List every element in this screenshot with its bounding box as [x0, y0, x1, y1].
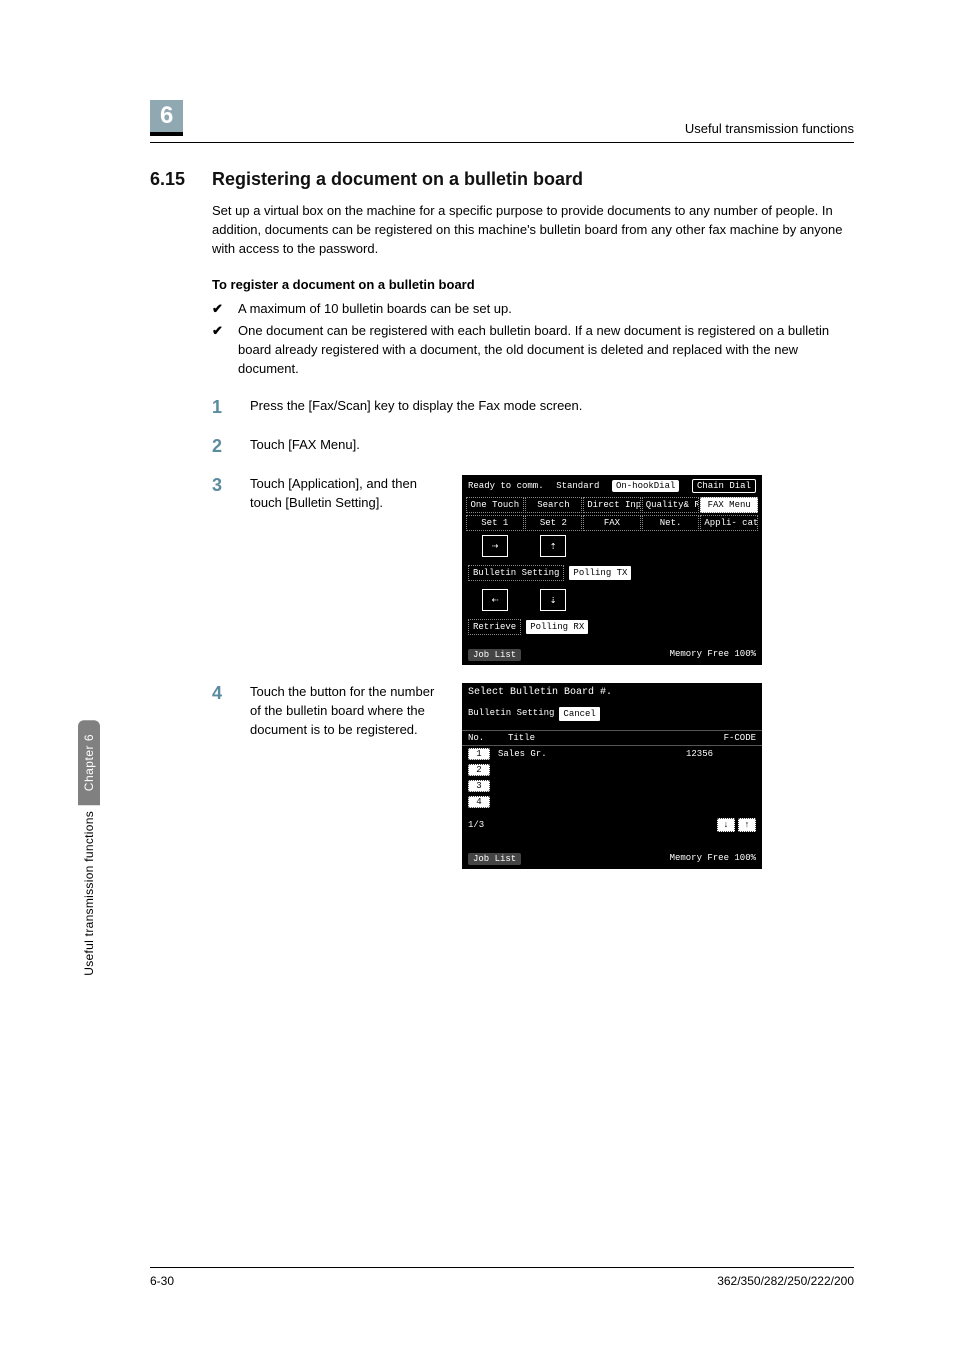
page-footer: 6-30 362/350/282/250/222/200	[150, 1267, 854, 1288]
check-icon: ✔	[212, 300, 228, 319]
retrieve-button[interactable]: Retrieve	[468, 619, 521, 635]
tab-fax[interactable]: FAX	[583, 515, 641, 531]
page-up-button[interactable]: ↑	[738, 818, 756, 832]
tab-quality-reduction[interactable]: Quality& Reduction	[642, 497, 700, 513]
chapter-number-box: 6	[150, 100, 183, 136]
bulletin-setting-label: Bulletin Setting	[468, 709, 554, 718]
ready-label: Ready to comm.	[468, 481, 544, 491]
step-number: 3	[212, 475, 228, 496]
row-title: Sales Gr.	[498, 749, 678, 759]
procedure-subheading: To register a document on a bulletin boa…	[212, 277, 854, 292]
chain-dial-button[interactable]: Chain Dial	[692, 479, 756, 493]
row-number-button[interactable]: 1	[468, 748, 490, 760]
tab-search[interactable]: Search	[525, 497, 583, 513]
tab-onetouch[interactable]: One Touch	[466, 497, 524, 513]
step: 4 Touch the button for the number of the…	[212, 683, 854, 869]
step-text: Touch [Application], and then touch [Bul…	[250, 475, 440, 513]
col-fcode: F-CODE	[686, 733, 756, 743]
col-no: No.	[468, 733, 508, 743]
side-tab-chapter: Chapter 6	[78, 720, 100, 805]
tab-set1[interactable]: Set 1	[466, 515, 524, 531]
page: Chapter 6 Useful transmission functions …	[0, 0, 954, 1350]
row-number-button[interactable]: 3	[468, 780, 490, 792]
list-item: ✔ A maximum of 10 bulletin boards can be…	[212, 300, 854, 319]
job-list-button[interactable]: Job List	[468, 649, 521, 661]
side-tab-title: Useful transmission functions	[78, 805, 100, 996]
table-row: 2	[462, 762, 762, 778]
bullet-list: ✔ A maximum of 10 bulletin boards can be…	[212, 300, 854, 379]
retrieve-icon: ⇠	[482, 589, 508, 611]
step: 2 Touch [FAX Menu].	[212, 436, 854, 457]
polling-tx-icon: ⇡	[540, 535, 566, 557]
bullet-text: One document can be registered with each…	[238, 322, 854, 379]
step: 3 Touch [Application], and then touch [B…	[212, 475, 854, 665]
bulletin-setting-button[interactable]: Bulletin Setting	[468, 565, 564, 581]
step-list: 1 Press the [Fax/Scan] key to display th…	[212, 397, 854, 869]
check-icon: ✔	[212, 322, 228, 379]
fax-menu-screenshot: Ready to comm. Standard On-hookDial Chai…	[462, 475, 762, 665]
step-number: 2	[212, 436, 228, 457]
section-number: 6.15	[150, 169, 194, 190]
select-bulletin-screenshot: Select Bulletin Board #. Bulletin Settin…	[462, 683, 762, 869]
step-number: 4	[212, 683, 228, 704]
table-row: 1 Sales Gr. 12356	[462, 746, 762, 762]
bullet-text: A maximum of 10 bulletin boards can be s…	[238, 300, 512, 319]
table-row: 3	[462, 778, 762, 794]
page-down-button[interactable]: ↓	[717, 818, 735, 832]
polling-rx-icon: ⇣	[540, 589, 566, 611]
section-title: Registering a document on a bulletin boa…	[212, 169, 583, 190]
job-list-button[interactable]: Job List	[468, 853, 521, 865]
tab-application[interactable]: Appli- cation	[700, 515, 758, 531]
memory-label: Memory Free 100%	[670, 853, 756, 865]
side-tab: Chapter 6 Useful transmission functions	[76, 720, 102, 1040]
running-header-title: Useful transmission functions	[685, 121, 854, 136]
bulletin-icon: ⇢	[482, 535, 508, 557]
tab-fax-menu[interactable]: FAX Menu	[700, 497, 758, 513]
step-number: 1	[212, 397, 228, 418]
running-header: 6 Useful transmission functions	[150, 100, 854, 143]
sub-tab-row: Set 1 Set 2 FAX Net. Appli- cation	[462, 515, 762, 531]
polling-tx-button[interactable]: Polling TX	[568, 565, 632, 581]
top-tab-row: One Touch Search Direct Input Quality& R…	[462, 497, 762, 513]
row-number-button[interactable]: 4	[468, 796, 490, 808]
section-heading: 6.15 Registering a document on a bulleti…	[150, 169, 854, 190]
row-fcode: 12356	[686, 749, 756, 759]
page-indicator: 1/3	[468, 820, 484, 830]
step-text: Press the [Fax/Scan] key to display the …	[250, 397, 854, 416]
page-number: 6-30	[150, 1274, 174, 1288]
intro-paragraph: Set up a virtual box on the machine for …	[212, 202, 854, 259]
row-number-button[interactable]: 2	[468, 764, 490, 776]
tab-net[interactable]: Net.	[642, 515, 700, 531]
standard-label: Standard	[556, 481, 599, 491]
polling-rx-button[interactable]: Polling RX	[525, 619, 589, 635]
onhook-dial-button[interactable]: On-hookDial	[612, 480, 679, 492]
tab-direct-input[interactable]: Direct Input	[583, 497, 641, 513]
col-title: Title	[508, 733, 686, 743]
step-text: Touch the button for the number of the b…	[250, 683, 440, 740]
table-row: 4	[462, 794, 762, 810]
tab-set2[interactable]: Set 2	[525, 515, 583, 531]
cancel-button[interactable]: Cancel	[558, 706, 600, 722]
model-numbers: 362/350/282/250/222/200	[717, 1274, 854, 1288]
memory-label: Memory Free 100%	[670, 649, 756, 661]
step: 1 Press the [Fax/Scan] key to display th…	[212, 397, 854, 418]
step-text: Touch [FAX Menu].	[250, 436, 854, 455]
list-item: ✔ One document can be registered with ea…	[212, 322, 854, 379]
screen-title: Select Bulletin Board #.	[462, 683, 762, 702]
